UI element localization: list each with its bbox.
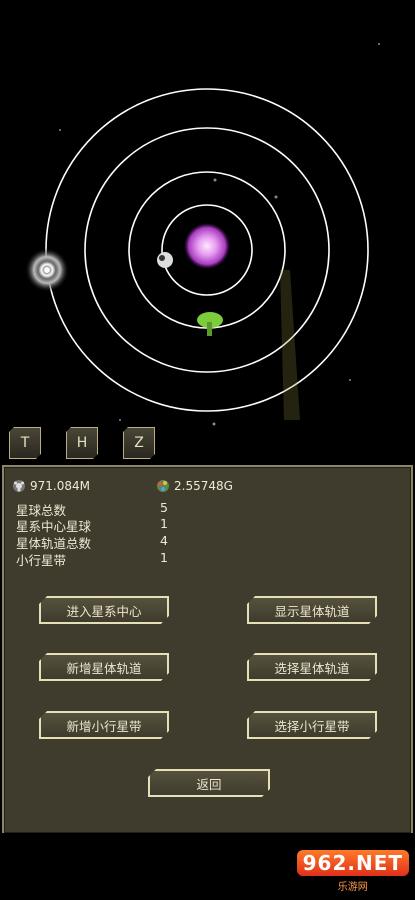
moon-planet[interactable]: [157, 252, 173, 268]
stat-label-belts: 小行星带: [16, 553, 67, 568]
select-orbit-button[interactable]: 选择星体轨道: [247, 653, 377, 681]
galaxy-panel: 971.084M 2.55748G 星球总数 5 星系中心星球 1 星体轨道总数…: [2, 465, 413, 835]
select-belt-label: 选择小行星带: [274, 718, 350, 734]
watermark-site: 乐游网: [337, 882, 368, 893]
show-orbits-label: 显示星体轨道: [274, 603, 350, 619]
mass-value: 2.55748G: [174, 479, 233, 493]
enter-center-button[interactable]: 进入星系中心: [39, 596, 169, 624]
watermark-logo: 962.NET: [296, 850, 409, 876]
mass-resource: 2.55748G: [156, 479, 233, 493]
nebula-streak: [280, 270, 300, 420]
mode-button-t[interactable]: T: [9, 427, 41, 459]
stat-value-center: 1: [160, 516, 168, 531]
galaxy-view[interactable]: [0, 0, 415, 465]
stat-value-belts: 1: [160, 550, 168, 565]
black-hole-core: [44, 267, 50, 273]
back-button[interactable]: 返回: [148, 769, 270, 797]
add-orbit-button[interactable]: 新增星体轨道: [39, 653, 169, 681]
mode-button-z[interactable]: Z: [123, 427, 155, 459]
mode-button-h[interactable]: H: [66, 427, 98, 459]
stat-value-orbits: 4: [160, 533, 168, 548]
green-planet[interactable]: [197, 312, 223, 336]
back-label: 返回: [196, 776, 222, 792]
add-belt-button[interactable]: 新增小行星带: [39, 711, 169, 739]
enter-center-label: 进入星系中心: [66, 603, 142, 619]
add-orbit-label: 新增星体轨道: [66, 660, 142, 676]
energy-icon: [13, 480, 25, 492]
watermark: 962.NET 乐游网: [296, 850, 409, 893]
show-orbits-button[interactable]: 显示星体轨道: [247, 596, 377, 624]
select-orbit-label: 选择星体轨道: [274, 660, 350, 676]
energy-value: 971.084M: [30, 479, 90, 493]
mass-icon: [157, 480, 169, 492]
add-belt-label: 新增小行星带: [66, 718, 142, 734]
energy-resource: 971.084M: [12, 479, 90, 493]
select-belt-button[interactable]: 选择小行星带: [247, 711, 377, 739]
central-star[interactable]: [184, 223, 230, 269]
stat-value-planets: 5: [160, 500, 168, 515]
